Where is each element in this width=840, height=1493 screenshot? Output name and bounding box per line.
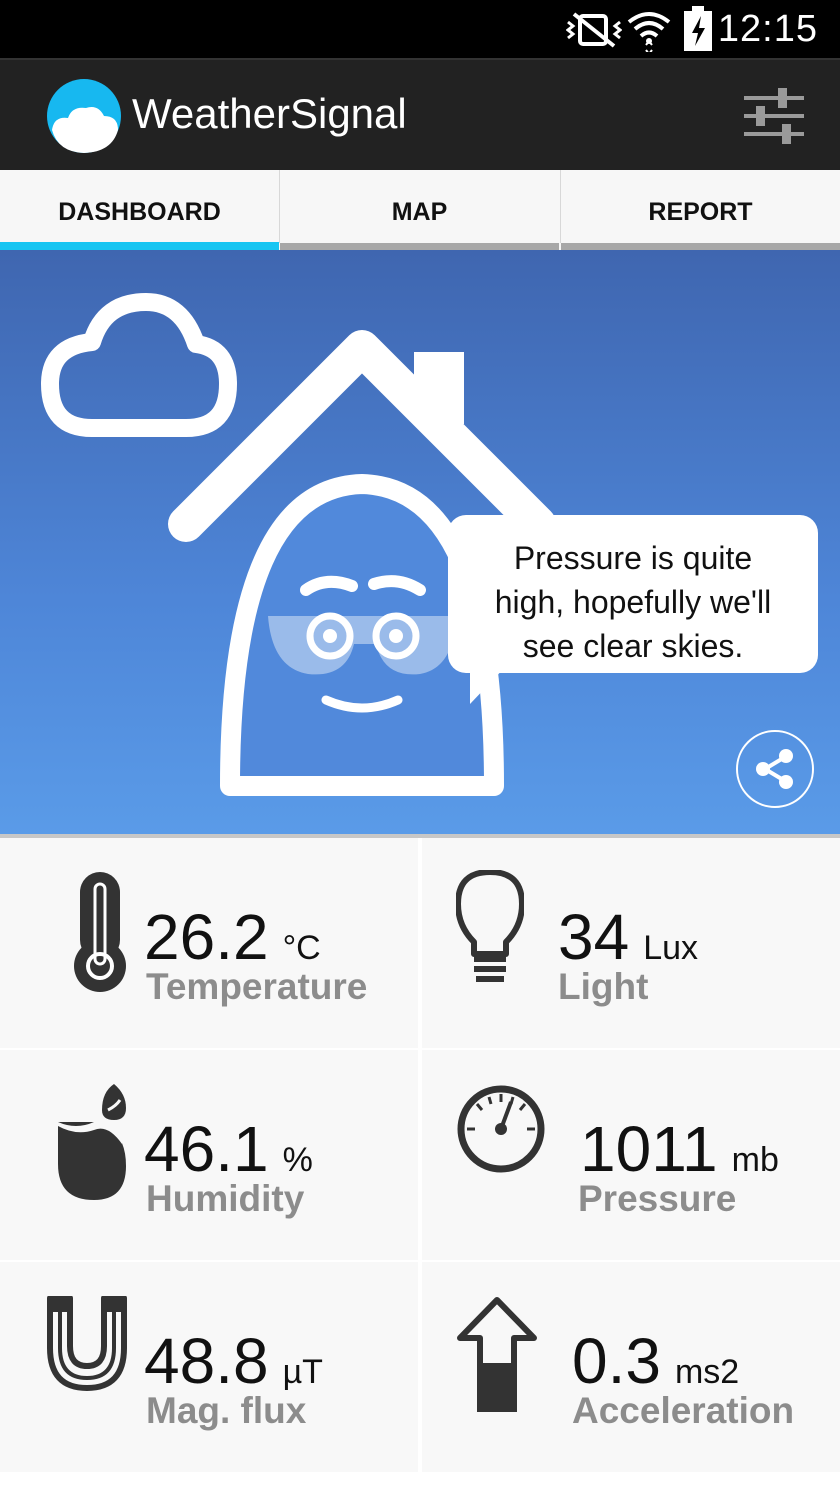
tab-dashboard[interactable]: DASHBOARD bbox=[0, 170, 279, 250]
mag-flux-label: Mag. flux bbox=[146, 1390, 307, 1431]
thermometer-icon bbox=[74, 872, 126, 992]
acceleration-unit: ms2 bbox=[674, 1353, 740, 1391]
humidity-label: Humidity bbox=[146, 1178, 305, 1219]
weather-hero-panel: Pressure is quite high, hopefully we'll … bbox=[0, 250, 840, 834]
light-value: 34 Lux bbox=[558, 901, 699, 973]
weathersignal-cloud-logo-icon[interactable] bbox=[46, 78, 122, 154]
sensor-tile-acceleration[interactable]: 0.3 ms2 Acceleration bbox=[422, 1262, 840, 1472]
temperature-unit: °C bbox=[282, 929, 321, 967]
cloud-icon bbox=[41, 293, 237, 437]
wifi-icon bbox=[627, 12, 671, 52]
tab-indicator bbox=[280, 243, 559, 250]
acceleration-label: Acceleration bbox=[572, 1390, 795, 1431]
sensor-tile-pressure[interactable]: 1011 mb Pressure bbox=[422, 1050, 840, 1260]
tab-report[interactable]: REPORT bbox=[561, 170, 840, 250]
weather-message: Pressure is quite high, hopefully we'll … bbox=[494, 540, 772, 664]
vibrate-mute-icon bbox=[566, 12, 622, 48]
tab-bar: DASHBOARD MAP REPORT bbox=[0, 170, 840, 250]
water-drops-icon bbox=[58, 1084, 126, 1200]
light-unit: Lux bbox=[643, 929, 699, 967]
action-bar: WeatherSignal bbox=[0, 58, 840, 170]
humidity-value: 46.1% bbox=[144, 1113, 313, 1185]
temperature-label: Temperature bbox=[146, 966, 368, 1007]
gauge-icon bbox=[457, 1085, 545, 1173]
sensor-tile-humidity[interactable]: 46.1% Humidity bbox=[0, 1050, 418, 1260]
mag-flux-value: 48.8 µT bbox=[144, 1325, 323, 1397]
tab-report-label: REPORT bbox=[648, 198, 753, 226]
arrow-up-icon bbox=[457, 1297, 537, 1412]
tab-map-label: MAP bbox=[391, 198, 448, 226]
lightbulb-icon bbox=[456, 870, 524, 982]
sliders-settings-icon[interactable] bbox=[742, 86, 806, 146]
acceleration-value: 0.3 ms2 bbox=[572, 1325, 740, 1397]
share-button[interactable] bbox=[736, 730, 814, 808]
magnet-icon bbox=[47, 1296, 127, 1391]
humidity-unit: % bbox=[282, 1141, 313, 1179]
sensor-grid: 26.2 °C Temperature 34 Lux Light 46.1% Hum… bbox=[0, 838, 840, 1493]
status-bar: 12:15 bbox=[0, 0, 840, 58]
sensor-tile-temperature[interactable]: 26.2 °C Temperature bbox=[0, 838, 418, 1048]
pressure-value: 1011 mb bbox=[580, 1113, 779, 1185]
chimney bbox=[414, 352, 464, 424]
tab-map[interactable]: MAP bbox=[280, 170, 559, 250]
tab-indicator bbox=[561, 243, 840, 250]
battery-charging-icon bbox=[684, 6, 712, 51]
app-title: WeatherSignal bbox=[132, 90, 407, 137]
temperature-value: 26.2 °C bbox=[144, 901, 321, 973]
sensor-tile-light[interactable]: 34 Lux Light bbox=[422, 838, 840, 1048]
light-label: Light bbox=[558, 966, 649, 1007]
tab-indicator-active bbox=[0, 242, 279, 250]
tab-dashboard-label: DASHBOARD bbox=[58, 198, 221, 226]
share-icon bbox=[756, 749, 793, 789]
sensor-tile-mag-flux[interactable]: 48.8 µT Mag. flux bbox=[0, 1262, 418, 1472]
pressure-unit: mb bbox=[731, 1141, 779, 1179]
mag-flux-unit: µT bbox=[282, 1353, 323, 1391]
pressure-label: Pressure bbox=[578, 1178, 737, 1219]
status-time: 12:15 bbox=[717, 8, 818, 50]
